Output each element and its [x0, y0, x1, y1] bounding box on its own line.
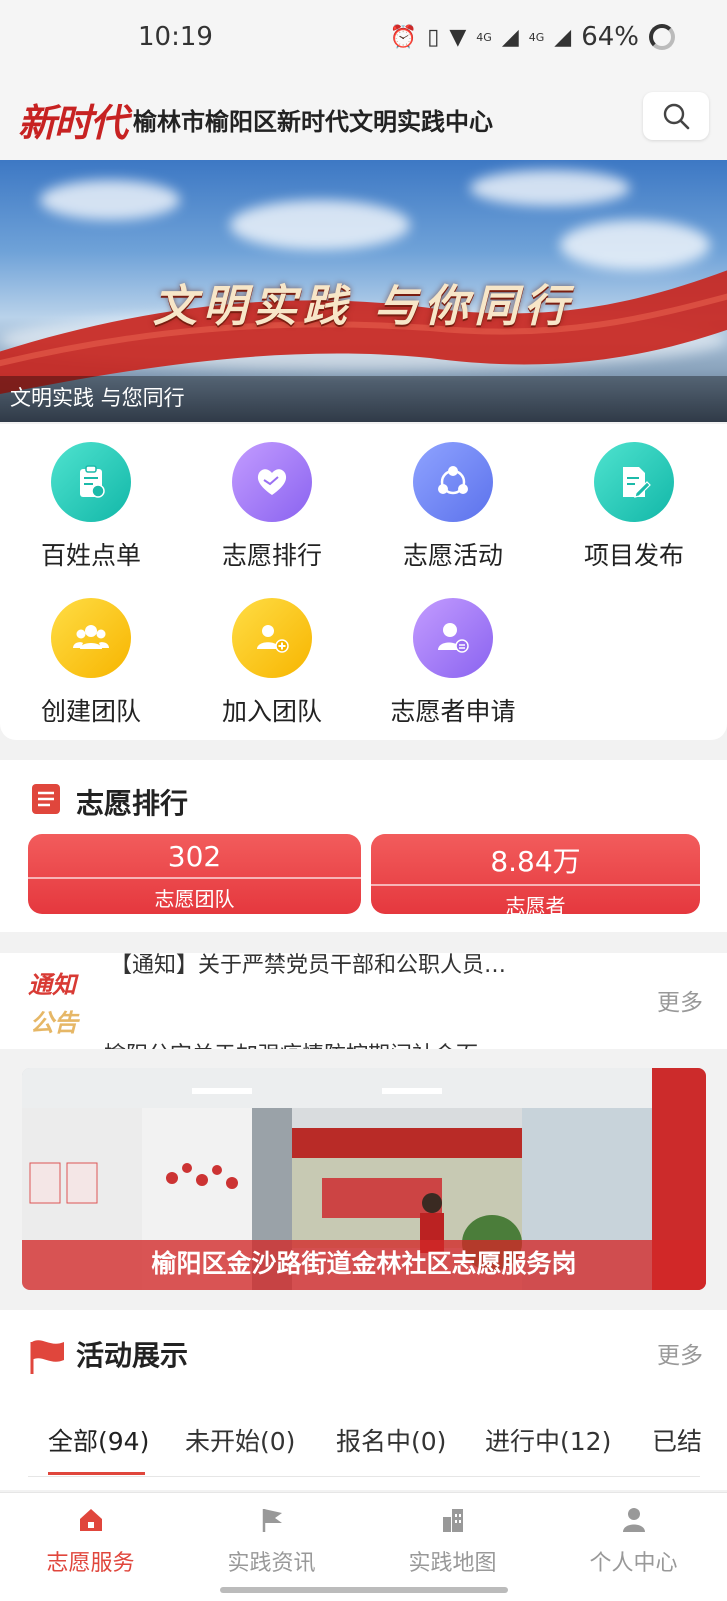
grid-item-label: 志愿活动: [402, 541, 503, 570]
grid-item-label: 志愿者申请: [390, 697, 516, 726]
app-header: 新时代 榆林市榆阳区新时代文明实践中心: [0, 80, 727, 160]
team-count-label: 志愿团队: [154, 887, 235, 911]
signal-icon: ◢: [501, 24, 519, 50]
notice-bar[interactable]: 【通知】关于严禁党员干部和公职人员… 通知 公告 榆阳分完关于加强疫情防控期间社…: [0, 953, 727, 1049]
activity-section: 活动展示 更多 全部(94) 未开始(0) 报名中(0) 进行中(12) 已结: [0, 1310, 727, 1490]
home-indicator[interactable]: [220, 1587, 508, 1593]
building-icon: [442, 1509, 463, 1532]
list-icon: [32, 784, 60, 814]
status-bar: 10:19 ⏰ ▯ ▼ 4G ◢ 4G ◢ 64%: [0, 0, 727, 80]
nav-volunteer-service[interactable]: 志愿服务: [0, 1505, 181, 1577]
nav-label: 个人中心: [589, 1551, 678, 1576]
battery-percent: 64%: [581, 22, 639, 52]
document-edit-icon: [594, 442, 674, 522]
notice-more-link[interactable]: 更多: [657, 983, 703, 1017]
signal-icon-2: ◢: [554, 24, 572, 50]
grid-item-label: 志愿排行: [221, 541, 322, 570]
grid-item-label: 加入团队: [221, 697, 322, 726]
nav-label: 实践地图: [408, 1551, 497, 1576]
grid-item-label: 创建团队: [40, 697, 141, 726]
battery-icon: [649, 24, 675, 50]
tab-divider: [28, 1476, 700, 1477]
flag-icon: [262, 1509, 282, 1532]
grid-item-label: 百姓点单: [40, 541, 141, 570]
section-title: 志愿排行: [76, 787, 189, 820]
grid-item-ranking[interactable]: 志愿排行: [192, 442, 352, 572]
banner-caption: 文明实践 与您同行: [10, 386, 185, 410]
activity-more-link[interactable]: 更多: [657, 1336, 703, 1370]
active-tab-indicator: [48, 1472, 145, 1475]
network-people-icon: [413, 442, 493, 522]
add-member-icon: [232, 598, 312, 678]
grid-item-join-team[interactable]: 加入团队: [192, 598, 352, 728]
network-label: 4G: [476, 30, 492, 44]
notice-item[interactable]: 【通知】关于严禁党员干部和公职人员…: [110, 953, 506, 979]
bottom-navigation: 志愿服务 实践资讯 实践地图 个人中心: [0, 1492, 727, 1601]
nav-practice-map[interactable]: 实践地图: [362, 1505, 543, 1577]
tab-all[interactable]: 全部(94): [48, 1422, 149, 1458]
logo: 新时代: [18, 100, 128, 145]
home-icon: [79, 1509, 102, 1531]
tab-in-progress[interactable]: 进行中(12): [485, 1422, 611, 1458]
nav-label: 志愿服务: [46, 1551, 135, 1576]
flag-icon: [30, 1340, 64, 1374]
team-count: 302: [167, 840, 222, 873]
hero-banner[interactable]: 文明实践 与你同行 文明实践 与您同行: [0, 160, 727, 422]
grid-item-order[interactable]: 百姓点单: [11, 442, 171, 572]
nav-practice-news[interactable]: 实践资讯: [181, 1505, 362, 1577]
team-count-card[interactable]: 302 志愿团队: [28, 834, 361, 914]
page-title: 榆林市榆阳区新时代文明实践中心: [133, 108, 493, 136]
clipboard-check-icon: [51, 442, 131, 522]
tab-registering[interactable]: 报名中(0): [336, 1422, 446, 1458]
volunteer-count: 8.84万: [490, 845, 581, 878]
nav-label: 实践资讯: [227, 1551, 316, 1576]
status-time: 10:19: [138, 22, 213, 52]
status-icons: ⏰ ▯ ▼ 4G ◢ 4G ◢ 64%: [390, 22, 675, 52]
service-grid: 百姓点单 志愿排行 志愿活动 项目发布 创建团队 加入团队 志愿者申请: [0, 424, 727, 740]
group-icon: [51, 598, 131, 678]
person-apply-icon: [413, 598, 493, 678]
person-icon: [622, 1508, 645, 1532]
grid-item-label: 项目发布: [583, 541, 684, 570]
volunteer-count-card[interactable]: 8.84万 志愿者: [371, 834, 700, 914]
alarm-icon: ⏰: [389, 24, 418, 50]
grid-item-create-team[interactable]: 创建团队: [11, 598, 171, 728]
photo-caption: 榆阳区金沙路街道金林社区志愿服务岗: [151, 1249, 577, 1278]
search-button[interactable]: [643, 92, 709, 140]
tab-finished[interactable]: 已结: [652, 1422, 702, 1458]
ranking-section: 志愿排行 302 志愿团队 8.84万 志愿者: [0, 760, 727, 932]
volunteer-count-label: 志愿者: [505, 894, 566, 914]
search-icon: [663, 103, 690, 130]
grid-item-activity[interactable]: 志愿活动: [373, 442, 533, 572]
banner-slogan: 文明实践 与你同行: [152, 281, 575, 332]
nav-personal-center[interactable]: 个人中心: [543, 1505, 724, 1577]
notice-item[interactable]: 榆阳分完关于加强疫情防控期间社会面: [104, 1037, 478, 1049]
notice-tag: 通知: [28, 971, 76, 999]
announcement-tag: 公告: [30, 1009, 78, 1037]
vibrate-icon: ▯: [427, 24, 440, 50]
tab-not-started[interactable]: 未开始(0): [185, 1422, 295, 1458]
network-label-2: 4G: [528, 30, 545, 44]
grid-item-volunteer-apply[interactable]: 志愿者申请: [373, 598, 533, 728]
section-title: 活动展示: [76, 1339, 189, 1372]
wifi-icon: ▼: [449, 24, 467, 50]
grid-item-publish[interactable]: 项目发布: [554, 442, 714, 572]
handshake-heart-icon: [232, 442, 312, 522]
featured-photo[interactable]: 榆阳区金沙路街道金林社区志愿服务岗: [22, 1068, 706, 1290]
